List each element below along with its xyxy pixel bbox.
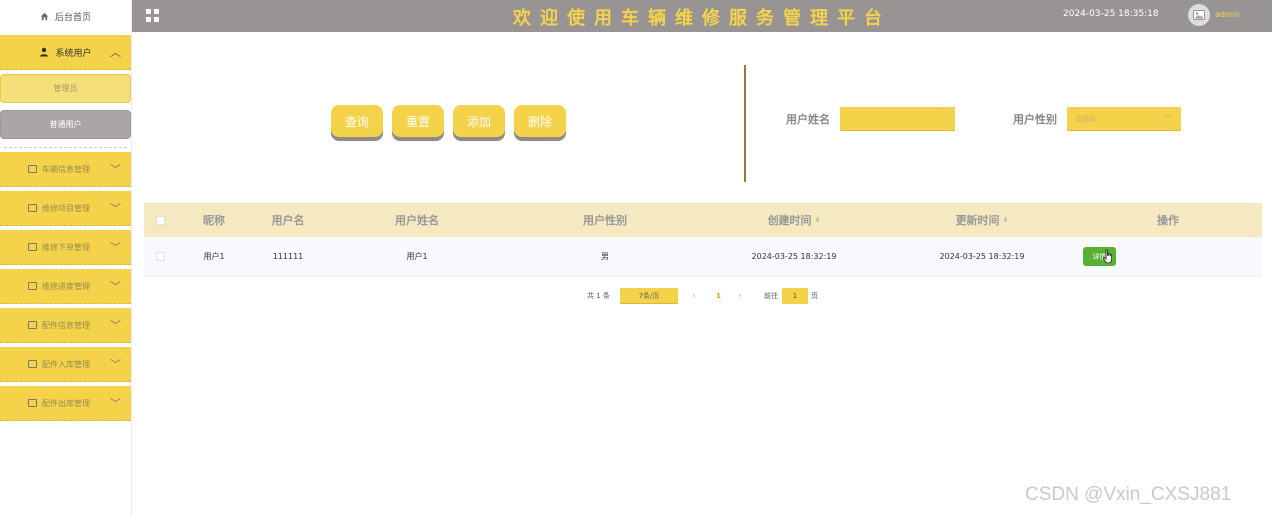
top-bar: 欢迎使用车辆维修服务管理平台 2024-03-25 18:35:18 admin: [132, 0, 1272, 32]
cell-created: 2024-03-25 18:32:19: [751, 252, 837, 261]
chevron-up-icon: ︿: [110, 46, 121, 59]
sidebar-item-vehicle-info[interactable]: 车辆信息管理 ﹀: [0, 152, 131, 187]
sidebar-item-label: 普通用户: [49, 120, 82, 129]
col-created[interactable]: 创建时间 ⬍: [744, 203, 844, 237]
current-datetime: 2024-03-25 18:35:18: [1063, 9, 1159, 19]
folder-icon: [28, 165, 37, 173]
image-icon: [1193, 10, 1205, 20]
chevron-down-icon: ﹀: [110, 280, 121, 293]
sidebar-item-label: 配件信息管理: [42, 320, 90, 330]
folder-icon: [28, 360, 37, 368]
select-all-checkbox[interactable]: [155, 215, 165, 225]
cell-gender: 男: [601, 252, 609, 261]
col-updated[interactable]: 更新时间 ⬍: [932, 203, 1032, 237]
cell-updated: 2024-03-25 18:32:19: [939, 252, 1025, 261]
sidebar-item-normal-users[interactable]: 普通用户: [0, 110, 131, 139]
folder-icon: [28, 399, 37, 407]
hand-cursor-icon: [1103, 249, 1112, 264]
query-button[interactable]: 查询: [331, 105, 383, 137]
sidebar-item-parts-outbound[interactable]: 配件出库管理 ﹀: [0, 386, 131, 421]
sidebar-home[interactable]: 后台首页: [0, 0, 131, 32]
col-gender: 用户性别: [583, 214, 627, 227]
sidebar-home-label: 后台首页: [54, 12, 91, 23]
sidebar-item-label: 配件入库管理: [42, 359, 90, 369]
cell-realname: 用户1: [406, 252, 428, 261]
watermark: CSDN @Vxin_CXSJ881: [1025, 484, 1232, 505]
col-updated-label: 更新时间: [955, 214, 1000, 227]
goto-page-input[interactable]: 1: [782, 288, 808, 304]
sidebar-item-label: 维修项目管理: [42, 203, 90, 213]
table-row: 用户1 111111 用户1 男 2024-03-25 18:32:19 202…: [144, 237, 1262, 277]
name-filter-input[interactable]: [840, 107, 955, 131]
gender-filter-placeholder: 请选择: [1075, 114, 1096, 123]
col-username: 用户名: [271, 214, 305, 227]
chevron-down-icon: ﹀: [110, 319, 121, 332]
row-select-cell: [144, 237, 176, 276]
row-checkbox[interactable]: [155, 252, 165, 261]
sidebar-item-parts-info[interactable]: 配件信息管理 ﹀: [0, 308, 131, 343]
prev-page-button[interactable]: ‹: [692, 288, 696, 304]
gender-filter-label: 用户性别: [1013, 113, 1057, 126]
add-button[interactable]: 添加: [453, 105, 505, 137]
chevron-down-icon: ﹀: [110, 202, 121, 215]
folder-icon: [28, 321, 37, 329]
chevron-down-icon: ﹀: [110, 163, 121, 176]
col-actions: 操作: [1157, 214, 1179, 227]
sidebar: 后台首页 系统用户 ︿ 管理员 普通用户 车辆信息管理 ﹀ 维修项目管理 ﹀ 维…: [0, 0, 132, 517]
goto-label: 前往: [764, 292, 778, 300]
gender-filter-select[interactable]: 请选择 ﹀: [1067, 107, 1181, 131]
sidebar-item-repair-progress[interactable]: 维修进度管理 ﹀: [0, 269, 131, 304]
sidebar-group-system-users[interactable]: 系统用户 ︿: [0, 35, 131, 70]
username-label[interactable]: admin: [1215, 10, 1240, 19]
avatar[interactable]: [1188, 4, 1210, 26]
home-icon: [40, 12, 49, 20]
sidebar-item-label: 维修下单管理: [42, 242, 90, 252]
col-nickname: 昵称: [203, 214, 225, 227]
user-table: 昵称 用户名 用户姓名 用户性别 创建时间 ⬍ 更新时间 ⬍ 操作 用户1 11…: [144, 203, 1262, 277]
col-realname: 用户姓名: [395, 214, 439, 227]
sidebar-item-label: 配件出库管理: [42, 398, 90, 408]
chevron-down-icon: ﹀: [110, 358, 121, 371]
chevron-down-icon: ﹀: [110, 397, 121, 410]
next-page-button[interactable]: ›: [738, 288, 742, 304]
user-icon: [39, 47, 49, 57]
sidebar-item-parts-inbound[interactable]: 配件入库管理 ﹀: [0, 347, 131, 382]
col-created-label: 创建时间: [767, 214, 812, 227]
sidebar-divider: [4, 147, 127, 148]
delete-button[interactable]: 删除: [514, 105, 566, 137]
page-suffix-label: 页: [811, 292, 818, 300]
sidebar-item-admin[interactable]: 管理员: [0, 74, 131, 103]
table-header: 昵称 用户名 用户姓名 用户性别 创建时间 ⬍ 更新时间 ⬍ 操作: [144, 203, 1262, 237]
folder-icon: [28, 282, 37, 290]
chevron-down-icon: ﹀: [110, 241, 121, 254]
reset-button[interactable]: 重置: [392, 105, 444, 137]
sidebar-item-label: 车辆信息管理: [42, 164, 90, 174]
sort-icon[interactable]: ⬍: [815, 216, 821, 224]
page-size-select[interactable]: 7条/页: [620, 288, 678, 304]
select-all-cell: [144, 203, 176, 237]
sidebar-item-label: 维修进度管理: [42, 281, 90, 291]
name-filter-label: 用户姓名: [786, 113, 830, 126]
chevron-down-icon: ﹀: [1163, 115, 1173, 125]
sidebar-group-label: 系统用户: [55, 48, 92, 59]
sidebar-item-label: 管理员: [53, 84, 78, 93]
sort-icon[interactable]: ⬍: [1003, 216, 1009, 224]
cell-nickname: 用户1: [203, 252, 225, 261]
toolbar-divider: [744, 65, 746, 182]
folder-icon: [28, 204, 37, 212]
cell-username: 111111: [272, 252, 304, 261]
page-number-current[interactable]: 1: [716, 288, 721, 304]
sidebar-item-repair-projects[interactable]: 维修项目管理 ﹀: [0, 191, 131, 226]
folder-icon: [28, 243, 37, 251]
pagination-total: 共 1 条: [587, 292, 610, 300]
sidebar-item-repair-orders[interactable]: 维修下单管理 ﹀: [0, 230, 131, 265]
